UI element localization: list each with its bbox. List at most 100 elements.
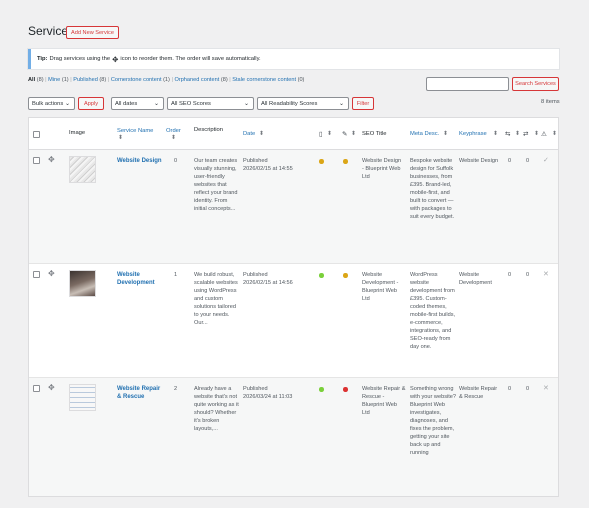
- view-cornerstone[interactable]: Cornerstone content: [111, 77, 162, 83]
- services-table: Image Service Name ⬍ Order ⬍ Description…: [28, 117, 559, 497]
- meta-desc-text: Bespoke website design for Suffolk busin…: [410, 158, 455, 220]
- sort-icon: ⬍: [351, 131, 356, 137]
- drag-icon: ✥: [112, 54, 119, 64]
- incoming-links-count: 0: [526, 386, 530, 392]
- seo-title-text: Website Design - Blueprint Web Ltd: [362, 158, 402, 180]
- seo-score-dot: [319, 159, 324, 164]
- seo-score-icon[interactable]: ▯: [319, 130, 323, 138]
- view-stale-count: (0): [297, 77, 305, 83]
- keyphrase-text: Website Design: [459, 158, 499, 164]
- service-thumbnail[interactable]: [69, 384, 96, 411]
- items-count: 8 items: [541, 99, 560, 105]
- table-row[interactable]: ✥ Website Repair & Rescue 2 Already have…: [29, 378, 558, 496]
- chevron-down-icon: ⌄: [64, 101, 70, 107]
- view-mine[interactable]: Mine: [48, 77, 60, 83]
- column-image: Image: [69, 130, 86, 136]
- incoming-links-icon[interactable]: ⇄: [523, 130, 528, 138]
- view-orphaned[interactable]: Orphaned content: [174, 77, 219, 83]
- column-description: Description: [194, 127, 223, 133]
- keyphrase-text: Website Repair & Rescue: [459, 386, 498, 400]
- description-text: Our team creates visually stunning, user…: [194, 158, 238, 212]
- chevron-down-icon: ⌄: [243, 101, 249, 107]
- service-thumbnail[interactable]: [69, 156, 96, 183]
- service-name-link[interactable]: Website Development: [117, 271, 162, 288]
- column-meta-desc[interactable]: Meta Desc.: [410, 131, 439, 137]
- view-all[interactable]: All: [28, 77, 35, 83]
- date-status: Published: [243, 272, 268, 278]
- search-input[interactable]: [426, 77, 509, 91]
- view-orphaned-count: (8): [220, 77, 228, 83]
- readability-select[interactable]: All Readability Scores ⌄: [257, 97, 349, 110]
- column-seo-title[interactable]: SEO Title: [362, 131, 386, 137]
- incoming-links-count: 0: [526, 158, 530, 164]
- service-thumbnail[interactable]: [69, 270, 96, 297]
- sort-icon: ⬍: [534, 131, 539, 137]
- outgoing-links-icon[interactable]: ⇆: [505, 130, 510, 138]
- seo-score-dot: [319, 387, 324, 392]
- apply-button[interactable]: Apply: [78, 97, 104, 110]
- view-all-count: (8): [36, 77, 44, 83]
- tip-text-after: icon to reorder them. The order will sav…: [120, 56, 261, 62]
- add-new-service-button[interactable]: Add New Service: [66, 26, 119, 39]
- description-text: We build robust, scalable websites using…: [194, 272, 238, 326]
- seo-score-value: All SEO Scores: [171, 100, 211, 107]
- sort-icon: ⬍: [515, 131, 520, 137]
- search-services-button[interactable]: Search Services: [512, 77, 559, 91]
- readability-dot: [343, 387, 348, 392]
- description-text: Already have a website that's not quite …: [194, 386, 239, 432]
- readability-value: All Readability Scores: [261, 100, 318, 107]
- drag-handle-icon[interactable]: ✥: [48, 269, 55, 278]
- table-header: Image Service Name ⬍ Order ⬍ Description…: [29, 118, 558, 150]
- row-checkbox[interactable]: [33, 271, 40, 278]
- date-value: 2026/02/15 at 14:56: [243, 280, 293, 286]
- drag-tip-notice: Tip: Drag services using the ✥ icon to r…: [28, 49, 559, 69]
- subsubsub-views: All (8) | Mine (1) | Published (8) | Cor…: [28, 77, 304, 83]
- sort-icon: ⬍: [443, 131, 448, 137]
- keyphrase-text: Website Development: [459, 272, 492, 286]
- select-all-checkbox[interactable]: [33, 131, 40, 138]
- view-published[interactable]: Published: [73, 77, 98, 83]
- check-icon: ✓: [543, 157, 549, 164]
- order-value: 1: [174, 272, 178, 278]
- column-keyphrase[interactable]: Keyphrase: [459, 131, 487, 137]
- view-sep: |: [107, 77, 110, 83]
- table-row[interactable]: ✥ Website Development 1 We build robust,…: [29, 264, 558, 378]
- service-name-link[interactable]: Website Repair & Rescue: [117, 385, 162, 402]
- tip-text-before: Drag services using the: [49, 56, 111, 62]
- bulk-actions-select[interactable]: Bulk actions ⌄: [28, 97, 75, 110]
- view-stale[interactable]: Stale cornerstone content: [232, 77, 296, 83]
- incoming-links-count: 0: [526, 272, 530, 278]
- drag-handle-icon[interactable]: ✥: [48, 155, 55, 164]
- readability-icon[interactable]: ✎: [342, 130, 347, 138]
- service-name-link[interactable]: Website Design: [117, 157, 162, 165]
- seo-title-text: Website Repair & Rescue - Blueprint Web …: [362, 386, 406, 416]
- seo-score-select[interactable]: All SEO Scores ⌄: [167, 97, 254, 110]
- close-icon: ✕: [543, 271, 549, 278]
- filter-button[interactable]: Filter: [352, 97, 374, 110]
- order-value: 0: [174, 158, 178, 164]
- table-row[interactable]: ✥ Website Design 0 Our team creates visu…: [29, 150, 558, 264]
- view-sep: |: [45, 77, 47, 83]
- column-date[interactable]: Date: [243, 131, 255, 137]
- date-filter-value: All dates: [115, 100, 138, 107]
- drag-handle-icon[interactable]: ✥: [48, 383, 55, 392]
- readability-dot: [343, 159, 348, 164]
- column-service-name[interactable]: Service Name: [117, 128, 153, 134]
- row-checkbox[interactable]: [33, 157, 40, 164]
- date-value: 2026/02/15 at 14:55: [243, 166, 293, 172]
- date-filter-select[interactable]: All dates ⌄: [111, 97, 164, 110]
- seo-title-text: Website Development - Blueprint Web Ltd: [362, 272, 399, 302]
- outgoing-links-count: 0: [508, 272, 512, 278]
- warning-icon[interactable]: ⚠: [541, 130, 547, 138]
- outgoing-links-count: 0: [508, 158, 512, 164]
- sort-icon: ⬍: [118, 135, 123, 141]
- view-sep: |: [70, 77, 72, 83]
- bulk-actions-value: Bulk actions: [32, 100, 64, 107]
- date-status: Published: [243, 386, 268, 392]
- chevron-down-icon: ⌄: [153, 101, 159, 107]
- row-checkbox[interactable]: [33, 385, 40, 392]
- column-order[interactable]: Order: [166, 128, 181, 134]
- view-cornerstone-count: (1): [163, 77, 170, 83]
- meta-desc-text: WordPress website development from £395.…: [410, 272, 456, 350]
- seo-score-dot: [319, 273, 324, 278]
